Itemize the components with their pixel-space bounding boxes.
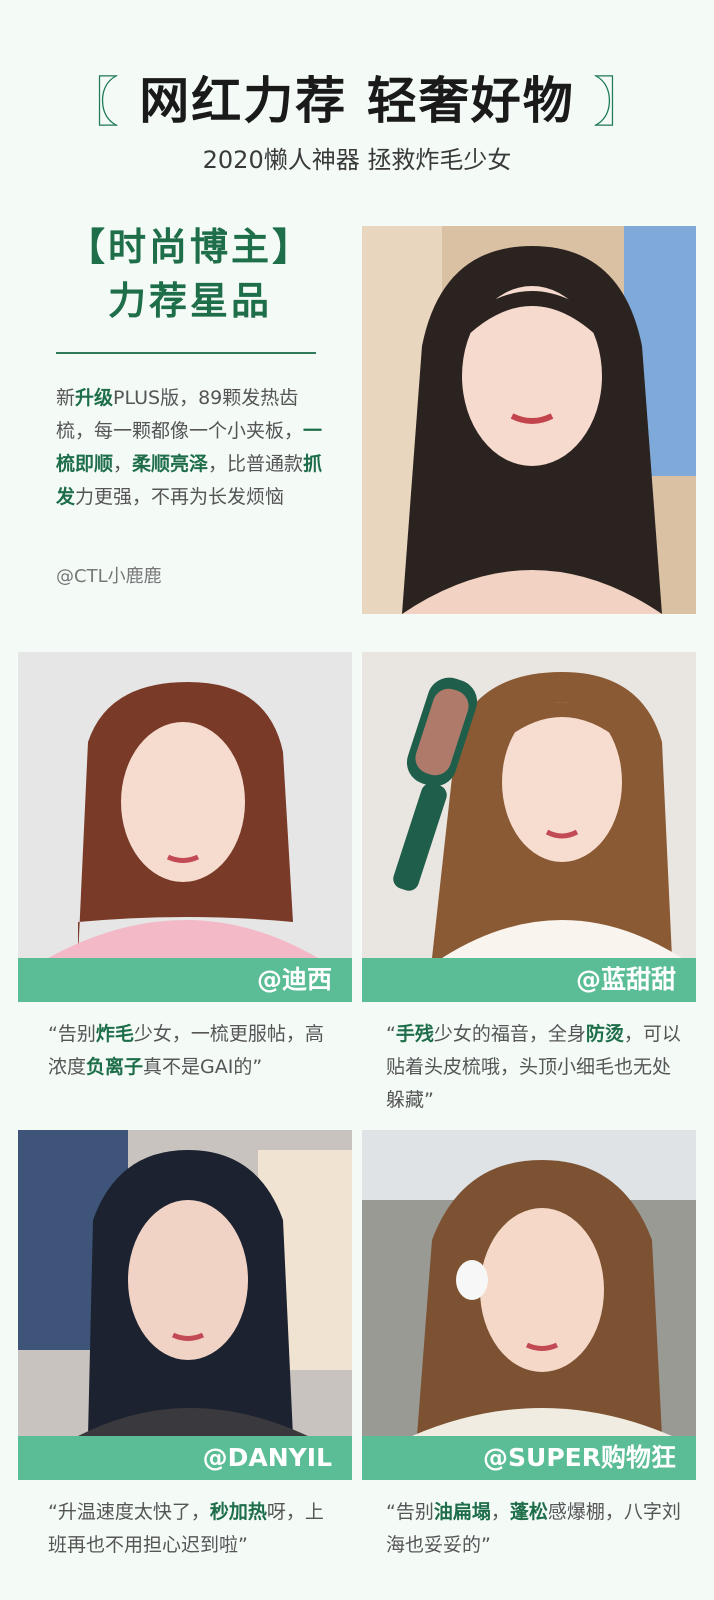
blogger-name: @DANYIL bbox=[202, 1443, 332, 1472]
intro-title-line2: 力荐星品 bbox=[107, 279, 272, 323]
card-quote: “告别炸毛少女，一梳更服帖，高浓度负离子真不是GAI的” bbox=[48, 1018, 338, 1084]
page-title: 〖 网红力荐 轻奢好物 〗 bbox=[0, 62, 714, 134]
name-bar: @迪西 bbox=[18, 958, 352, 1002]
intro-body: 新升级PLUS版，89颗发热齿梳，每一颗都像一个小夹板，一梳即顺，柔顺亮泽，比普… bbox=[56, 382, 326, 514]
text-segment: “告别 bbox=[48, 1023, 96, 1045]
highlight-text: 蓬松 bbox=[509, 1501, 548, 1523]
text-segment: ， bbox=[113, 453, 133, 475]
highlight-text: 柔顺亮泽 bbox=[132, 453, 209, 475]
card-photo bbox=[18, 652, 352, 958]
name-bar: @蓝甜甜 bbox=[362, 958, 696, 1002]
text-segment: “告别 bbox=[386, 1501, 434, 1523]
blogger-name: @SUPER购物狂 bbox=[483, 1443, 676, 1472]
highlight-text: 油扁塌 bbox=[433, 1501, 491, 1523]
hero-photo bbox=[362, 226, 696, 614]
text-segment: ，比普通款 bbox=[208, 453, 304, 475]
text-segment: “ bbox=[386, 1023, 396, 1045]
text-segment: “升温速度太快了， bbox=[48, 1501, 210, 1523]
highlight-text: 手残 bbox=[395, 1023, 434, 1045]
text-segment: 少女的福音，全身 bbox=[433, 1023, 586, 1045]
name-bar: @SUPER购物狂 bbox=[362, 1436, 696, 1480]
blogger-name: @迪西 bbox=[256, 965, 332, 994]
card-photo bbox=[362, 652, 696, 958]
bracket-right: 〗 bbox=[592, 70, 649, 134]
text-segment: ， bbox=[490, 1501, 510, 1523]
intro-credit: @CTL小鹿鹿 bbox=[56, 566, 162, 587]
highlight-text: 秒加热 bbox=[209, 1501, 267, 1523]
highlight-text: 炸毛 bbox=[95, 1023, 134, 1045]
card-quote: “告别油扁塌，蓬松感爆棚，八字刘海也妥妥的” bbox=[386, 1496, 686, 1562]
blogger-name: @蓝甜甜 bbox=[575, 965, 676, 994]
highlight-text: 防烫 bbox=[585, 1023, 624, 1045]
highlight-text: 升级 bbox=[75, 387, 114, 409]
text-segment: 力更强，不再为长发烦恼 bbox=[75, 486, 285, 508]
bracket-left: 〖 bbox=[65, 70, 122, 134]
text-segment: 真不是GAI的” bbox=[143, 1056, 263, 1078]
card-photo bbox=[18, 1130, 352, 1436]
card-quote: “升温速度太快了，秒加热呀，上班再也不用担心迟到啦” bbox=[48, 1496, 338, 1562]
text-segment: 新 bbox=[56, 387, 76, 409]
intro-title: 【时尚博主】 力荐星品 bbox=[40, 220, 340, 328]
intro-title-line1: 【时尚博主】 bbox=[66, 225, 313, 269]
page-title-text: 网红力荐 轻奢好物 bbox=[139, 72, 575, 130]
card-photo bbox=[362, 1130, 696, 1436]
highlight-text: 负离子 bbox=[86, 1056, 144, 1078]
intro-divider bbox=[56, 352, 316, 354]
page-subtitle: 2020懒人神器 拯救炸毛少女 bbox=[202, 146, 512, 174]
card-quote: “手残少女的福音，全身防烫，可以贴着头皮梳哦，头顶小细毛也无处躲藏” bbox=[386, 1018, 686, 1117]
name-bar: @DANYIL bbox=[18, 1436, 352, 1480]
